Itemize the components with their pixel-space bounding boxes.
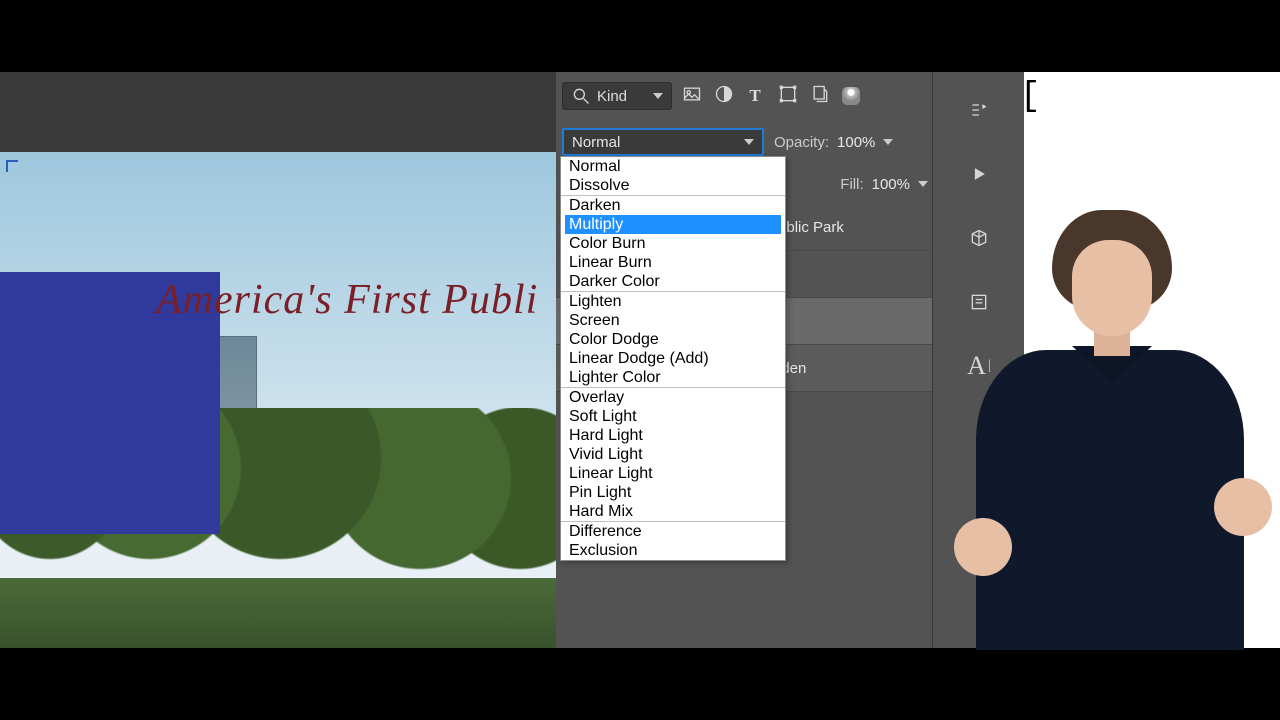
- blend-option[interactable]: Soft Light: [565, 407, 781, 426]
- blend-option[interactable]: Exclusion: [565, 541, 781, 560]
- blend-option[interactable]: Linear Light: [565, 464, 781, 483]
- blend-option[interactable]: Vivid Light: [565, 445, 781, 464]
- blend-option[interactable]: Pin Light: [565, 483, 781, 502]
- canvas-area[interactable]: America's First Publi: [0, 72, 556, 648]
- filter-smart-icon[interactable]: [810, 84, 828, 109]
- blend-option[interactable]: Overlay: [565, 388, 781, 407]
- layer-filter-row: Kind T: [562, 80, 928, 112]
- blend-option[interactable]: Normal: [565, 157, 781, 176]
- bracket-glyph: [: [1020, 78, 1040, 116]
- blend-option[interactable]: Darken: [565, 196, 781, 215]
- artboard-corner-mark: [6, 160, 18, 172]
- actions-panel-icon[interactable]: [959, 92, 999, 128]
- opacity-value[interactable]: 100%: [837, 134, 875, 151]
- fill-label: Fill:: [840, 176, 863, 193]
- presenter-figure: [914, 178, 1280, 648]
- blend-option[interactable]: Darker Color: [565, 272, 781, 291]
- chevron-down-icon: [744, 139, 754, 145]
- layer-filter-kind[interactable]: Kind: [562, 82, 672, 110]
- blend-option[interactable]: Screen: [565, 311, 781, 330]
- blend-option[interactable]: Lighten: [565, 292, 781, 311]
- opacity-label: Opacity:: [774, 134, 829, 151]
- presenter-area: [: [1024, 72, 1280, 648]
- blend-option[interactable]: Hard Mix: [565, 502, 781, 521]
- filter-toggle[interactable]: [842, 87, 860, 105]
- blend-option[interactable]: Color Burn: [565, 234, 781, 253]
- filter-shape-icon[interactable]: [778, 84, 796, 109]
- blend-mode-select[interactable]: Normal: [562, 128, 764, 156]
- blend-option[interactable]: Hard Light: [565, 426, 781, 445]
- blend-row: Normal Opacity: 100%: [562, 126, 928, 158]
- canvas-title-text: America's First Publi: [156, 276, 538, 324]
- content-strip: America's First Publi Kind T Normal: [0, 72, 1280, 648]
- blend-option[interactable]: Difference: [565, 522, 781, 541]
- photo-ground: [0, 578, 556, 648]
- blend-option[interactable]: Lighter Color: [565, 368, 781, 387]
- blend-mode-current: Normal: [572, 134, 620, 151]
- chevron-down-icon: [653, 93, 663, 99]
- filter-adjust-icon[interactable]: [714, 84, 732, 109]
- blend-mode-dropdown[interactable]: NormalDissolveDarkenMultiplyColor BurnLi…: [560, 156, 786, 561]
- letterbox-top: [0, 0, 1280, 72]
- fill-value[interactable]: 100%: [872, 176, 910, 193]
- blend-option[interactable]: Color Dodge: [565, 330, 781, 349]
- filter-pixel-icon[interactable]: [682, 84, 700, 109]
- blend-option[interactable]: Dissolve: [565, 176, 781, 195]
- filter-type-icon[interactable]: T: [746, 86, 764, 106]
- blend-option[interactable]: Multiply: [565, 215, 781, 234]
- layers-panel: Kind T Normal Opacity: 100%: [556, 72, 932, 648]
- layer-filter-icons: T: [682, 84, 860, 109]
- blend-option[interactable]: Linear Burn: [565, 253, 781, 272]
- chevron-down-icon[interactable]: [883, 139, 893, 145]
- search-icon: [571, 86, 591, 106]
- letterbox-bottom: [0, 648, 1280, 720]
- kind-label: Kind: [597, 88, 627, 105]
- blend-option[interactable]: Linear Dodge (Add): [565, 349, 781, 368]
